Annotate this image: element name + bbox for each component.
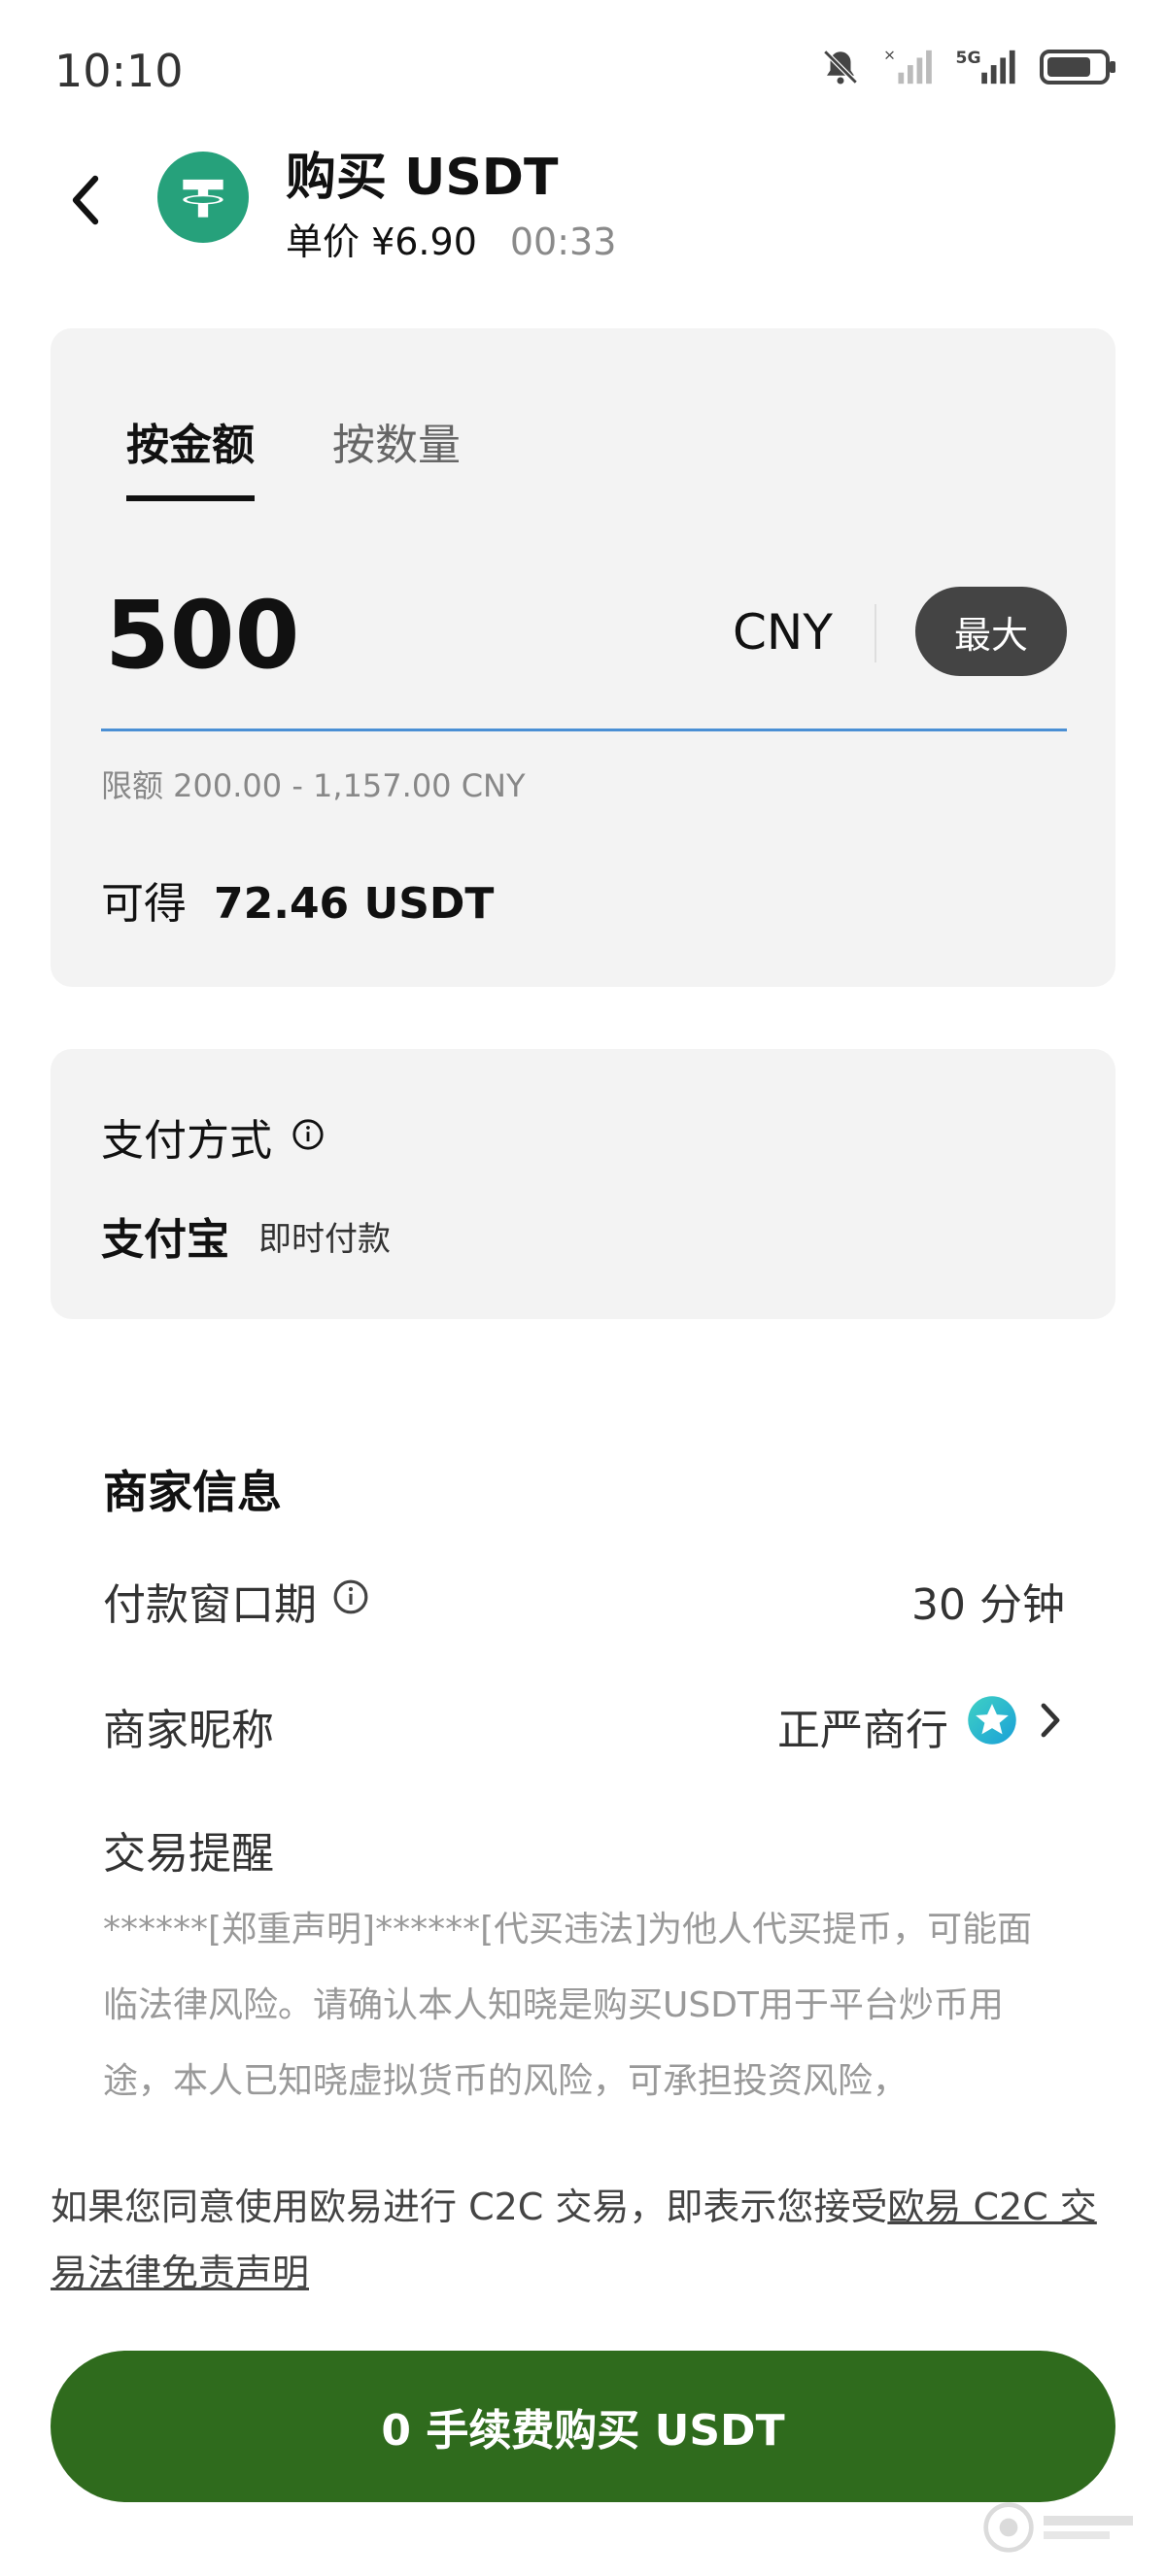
amount-input[interactable]: 500 bbox=[105, 581, 299, 690]
payment-title-label: 支付方式 bbox=[101, 1116, 272, 1166]
receive-label: 可得 bbox=[101, 879, 187, 929]
receive-line: 可得 72.46 USDT bbox=[101, 868, 494, 931]
unit-price: 单价 ¥6.90 bbox=[286, 220, 477, 263]
input-underline bbox=[101, 729, 1067, 731]
consent-text: 如果您同意使用欧易进行 C2C 交易，即表示您接受欧易 C2C 交易法律免责声明 bbox=[51, 2174, 1119, 2306]
payment-method-tag: 即时付款 bbox=[258, 1219, 391, 1259]
page-header: 购买 USDT 单价 ¥6.90 00:33 bbox=[0, 136, 1166, 272]
status-time: 10:10 bbox=[54, 45, 184, 97]
back-button[interactable] bbox=[62, 171, 109, 229]
currency-label: CNY bbox=[733, 604, 833, 661]
price-line: 单价 ¥6.90 00:33 bbox=[286, 212, 616, 265]
countdown-timer: 00:33 bbox=[509, 220, 617, 263]
nickname-label: 商家昵称 bbox=[103, 1705, 274, 1755]
svg-text:×: × bbox=[883, 47, 896, 63]
chevron-right-icon bbox=[1036, 1700, 1065, 1751]
info-icon[interactable] bbox=[332, 1576, 369, 1626]
payment-card[interactable]: 支付方式 支付宝 即时付款 bbox=[51, 1049, 1115, 1319]
amount-card: 按金额 按数量 500 CNY 最大 限额 200.00 - 1,157.00 … bbox=[51, 328, 1115, 987]
receive-value: 72.46 USDT bbox=[214, 879, 495, 929]
chevron-left-icon bbox=[62, 175, 109, 233]
reminder-text: ******[郑重声明]******[代买违法]为他人代买提币，可能面临法律风险… bbox=[103, 1910, 1033, 2101]
nickname-value: 正严商行 bbox=[777, 1705, 948, 1755]
amount-mode-tabs: 按金额 按数量 bbox=[126, 410, 461, 501]
pay-window-row: 付款窗口期 30 分钟 bbox=[103, 1570, 1065, 1632]
signal-weak-icon: × bbox=[882, 46, 933, 91]
tab-by-amount[interactable]: 按金额 bbox=[126, 410, 255, 501]
max-button[interactable]: 最大 bbox=[915, 587, 1067, 676]
watermark-logo bbox=[981, 2498, 1137, 2557]
payment-method-row[interactable]: 支付宝 即时付款 bbox=[101, 1204, 391, 1267]
info-icon[interactable] bbox=[292, 1112, 325, 1162]
consent-prefix: 如果您同意使用欧易进行 C2C 交易，即表示您接受 bbox=[51, 2186, 888, 2228]
battery-icon bbox=[1040, 48, 1117, 90]
status-bar: 10:10 × 5G bbox=[0, 0, 1166, 146]
svg-text:5G: 5G bbox=[956, 49, 981, 68]
payment-title: 支付方式 bbox=[101, 1105, 325, 1168]
limit-text: 限额 200.00 - 1,157.00 CNY bbox=[101, 767, 526, 804]
buy-button[interactable]: 0 手续费购买 USDT bbox=[51, 2351, 1115, 2502]
currency-divider bbox=[874, 604, 876, 662]
verified-star-icon bbox=[966, 1694, 1018, 1757]
payment-method-name: 支付宝 bbox=[101, 1215, 229, 1265]
page-title: 购买 USDT bbox=[286, 149, 559, 207]
merchant-section-title: 商家信息 bbox=[103, 1466, 282, 1518]
reminder-title: 交易提醒 bbox=[103, 1829, 274, 1879]
pay-window-label: 付款窗口期 bbox=[103, 1580, 317, 1630]
bell-muted-icon bbox=[820, 47, 861, 91]
status-icons: × 5G bbox=[820, 46, 1117, 91]
signal-5g-icon: 5G bbox=[954, 47, 1018, 91]
tab-by-quantity[interactable]: 按数量 bbox=[332, 410, 461, 501]
merchant-nickname-row[interactable]: 商家昵称 正严商行 bbox=[103, 1694, 1065, 1757]
usdt-coin-icon bbox=[157, 152, 249, 243]
pay-window-value: 30 分钟 bbox=[911, 1580, 1065, 1630]
